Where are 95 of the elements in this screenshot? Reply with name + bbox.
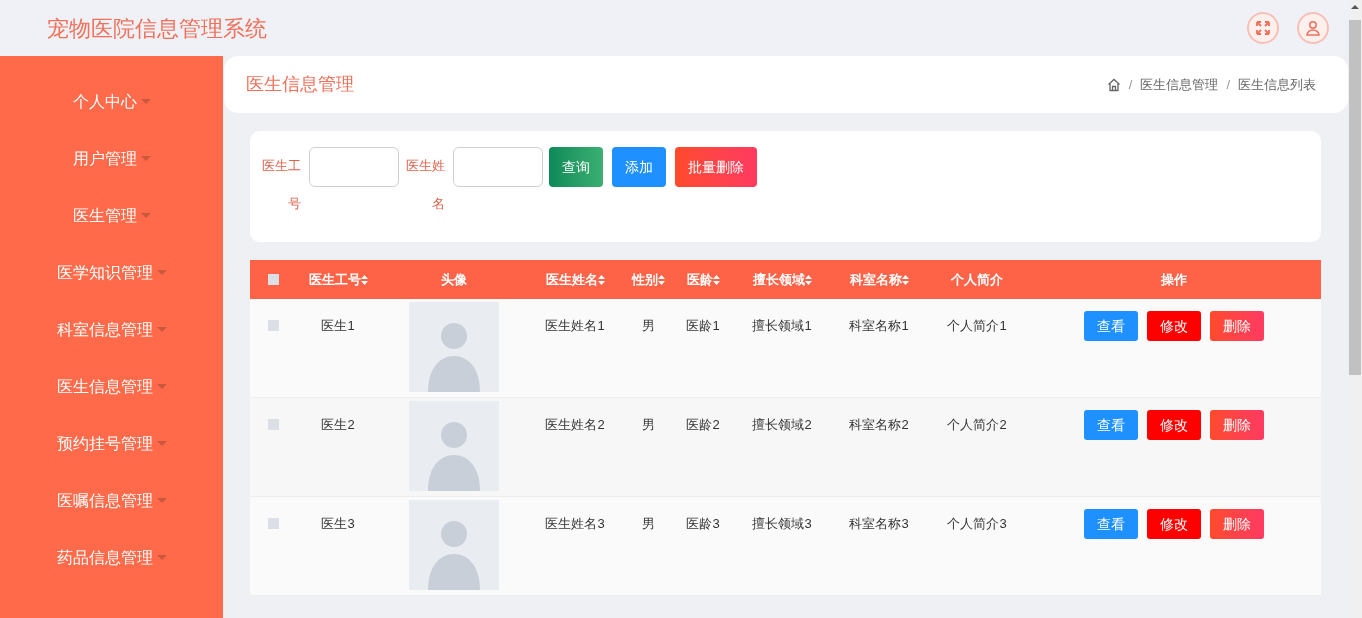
column-header[interactable]: 医龄 (686, 269, 713, 290)
scroll-up-icon[interactable] (1351, 4, 1359, 10)
row-checkbox[interactable] (267, 320, 279, 331)
caret-icon (140, 98, 151, 105)
column-header[interactable]: 操作 (1161, 269, 1187, 290)
row-checkbox[interactable] (267, 419, 279, 430)
table-cell-text: 男 (641, 416, 655, 434)
sidebar-item[interactable]: 用户管理 (72, 130, 151, 187)
edit-button[interactable]: 修改 (1147, 509, 1201, 539)
edit-button[interactable]: 修改 (1147, 410, 1201, 440)
breadcrumb-separator: / (1128, 75, 1133, 94)
select-all-checkbox[interactable] (267, 274, 279, 285)
table-cell-text: 医生3 (321, 515, 355, 533)
sidebar-item-label: 预约挂号管理 (56, 433, 153, 454)
sidebar-item-label: 药品信息管理 (56, 547, 153, 568)
delete-button[interactable]: 删除 (1210, 410, 1264, 440)
breadcrumb-item[interactable]: 医生信息管理 (1140, 74, 1219, 95)
sidebar-item-label: 医生管理 (72, 205, 137, 226)
table-cell-text: 擅长领域3 (752, 515, 812, 533)
sidebar-item[interactable]: 医生管理 (72, 187, 151, 244)
column-header[interactable]: 医生姓名 (545, 269, 598, 290)
table-cell-text: 擅长领域2 (752, 416, 812, 434)
sort-icon[interactable] (360, 274, 368, 285)
view-button[interactable]: 查看 (1084, 410, 1138, 440)
sidebar-item[interactable]: 个人中心 (72, 73, 151, 130)
column-header[interactable]: 医生工号 (308, 269, 361, 290)
table-cell-text: 医生姓名2 (545, 416, 605, 434)
sort-icon[interactable] (804, 274, 812, 285)
add-button[interactable]: 添加 (612, 147, 666, 187)
query-button[interactable]: 查询 (549, 147, 603, 187)
row-checkbox[interactable] (267, 518, 279, 529)
view-button[interactable]: 查看 (1084, 311, 1138, 341)
search-field[interactable] (453, 147, 543, 187)
sidebar-item-label: 用户管理 (72, 148, 137, 169)
breadcrumb-item[interactable]: 医生信息列表 (1238, 74, 1316, 95)
view-button[interactable]: 查看 (1084, 509, 1138, 539)
sidebar-item[interactable]: 科室信息管理 (56, 301, 167, 358)
app-title: 宠物医院信息管理系统 (47, 14, 267, 43)
sidebar-item[interactable]: 药品信息管理 (56, 529, 167, 586)
table-cell-text: 男 (641, 515, 655, 533)
sidebar-item-label: 医学知识管理 (56, 262, 153, 283)
sidebar-item-label: 个人中心 (72, 91, 137, 112)
scrollbar-thumb[interactable] (1349, 20, 1361, 375)
field-label: 医生工号 (261, 157, 301, 213)
caret-icon (156, 497, 167, 504)
caret-icon (140, 212, 151, 219)
caret-icon (156, 440, 167, 447)
table-cell-text: 医龄1 (686, 317, 720, 335)
table-cell-text: 科室名称1 (849, 317, 909, 335)
scrollbar[interactable] (1348, 0, 1362, 618)
caret-icon (156, 269, 167, 276)
breadcrumb-separator: / (1226, 75, 1230, 94)
table-cell-text: 医生姓名3 (545, 515, 605, 533)
sidebar-item-label: 医生信息管理 (56, 376, 153, 397)
column-header[interactable]: 性别 (631, 269, 658, 290)
sidebar-item[interactable]: 医学知识管理 (56, 244, 167, 301)
batch-delete-button[interactable]: 批量删除 (675, 147, 757, 187)
delete-button[interactable]: 删除 (1210, 509, 1264, 539)
table-cell-text: 医生姓名1 (545, 317, 605, 335)
sort-icon[interactable] (657, 274, 665, 285)
page-title: 医生信息管理 (246, 73, 354, 96)
column-header[interactable]: 头像 (441, 269, 467, 290)
table-cell-text: 科室名称3 (849, 515, 909, 533)
table-cell-text: 医生2 (321, 416, 355, 434)
home-icon[interactable] (1106, 77, 1121, 92)
delete-button[interactable]: 删除 (1210, 311, 1264, 341)
column-header[interactable]: 擅长领域 (752, 269, 805, 290)
column-header[interactable]: 个人简介 (951, 269, 1003, 290)
sort-icon[interactable] (901, 274, 909, 285)
caret-icon (156, 326, 167, 333)
table-cell-text: 医龄2 (686, 416, 720, 434)
field-label: 医生姓名 (405, 157, 445, 213)
sort-icon[interactable] (712, 274, 720, 285)
edit-button[interactable]: 修改 (1147, 311, 1201, 341)
table-cell-text: 男 (641, 317, 655, 335)
search-field[interactable] (309, 147, 399, 187)
caret-icon (140, 155, 151, 162)
table-cell-text: 擅长领域1 (752, 317, 812, 335)
sidebar-item[interactable]: 医生信息管理 (56, 358, 167, 415)
sidebar-item-label: 科室信息管理 (56, 319, 153, 340)
user-icon[interactable] (1297, 12, 1329, 44)
table-cell-text: 个人简介1 (947, 317, 1007, 335)
caret-icon (156, 554, 167, 561)
caret-icon (156, 383, 167, 390)
table-cell-text: 医龄3 (686, 515, 720, 533)
sort-icon[interactable] (597, 274, 605, 285)
column-header[interactable]: 科室名称 (849, 269, 902, 290)
table-cell-text: 个人简介3 (947, 515, 1007, 533)
table-cell-text: 个人简介2 (947, 416, 1007, 434)
table-cell-text: 医生1 (321, 317, 355, 335)
sidebar-item[interactable]: 医嘱信息管理 (56, 472, 167, 529)
table-cell-text: 科室名称2 (849, 416, 909, 434)
sidebar-item[interactable]: 预约挂号管理 (56, 415, 167, 472)
sidebar-item-label: 医嘱信息管理 (56, 490, 153, 511)
fullscreen-icon[interactable] (1247, 12, 1279, 44)
